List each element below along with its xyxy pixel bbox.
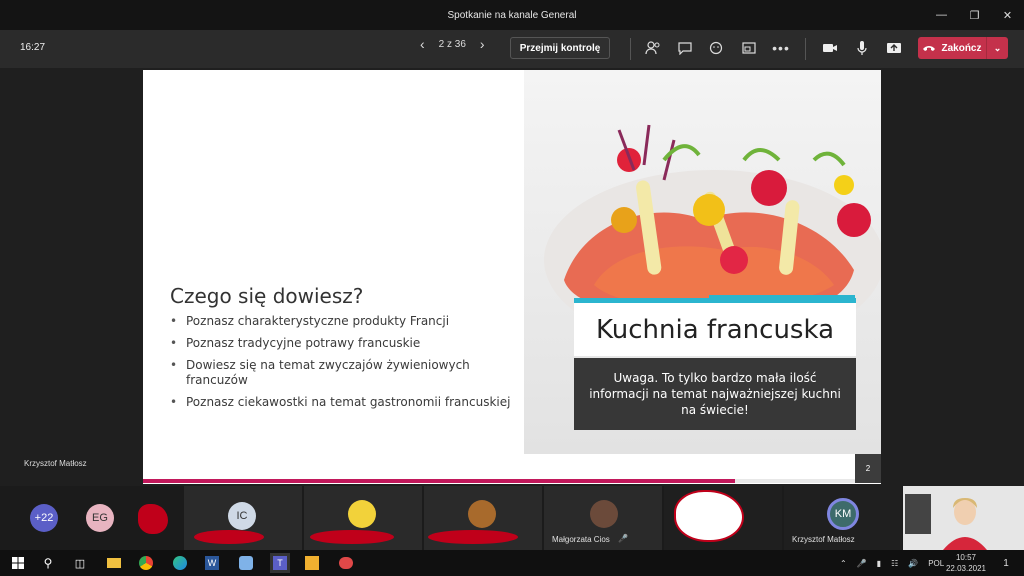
end-call-dropdown[interactable]: ⌄ [986,37,1008,59]
redacted-name [310,530,394,544]
more-participants-badge[interactable]: +22 [30,504,58,532]
share-screen-icon[interactable] [884,38,904,58]
slide-navigation: ‹ 2 z 36 › [420,36,485,52]
battery-icon[interactable]: ▮ [877,559,881,568]
participant-name: Małgorzata Cios [552,535,610,544]
self-video-preview [903,486,1024,550]
close-icon[interactable]: ✕ [991,0,1024,30]
meeting-timer: 16:27 [20,42,46,53]
avatar-photo [468,500,496,528]
bullet-item: Poznasz tradycyjne potrawy francuskie [170,336,515,351]
participant-tile[interactable] [304,486,422,550]
participants-icon[interactable] [643,38,663,58]
slide-text-panel: Czego się dowiesz? Poznasz charakterysty… [143,70,523,454]
participant-tile[interactable]: Małgorzata Cios 🎤 [544,486,662,550]
avatar-photo [348,500,376,528]
task-view-icon[interactable]: ◫ [70,553,90,573]
word-icon[interactable]: W [202,553,222,573]
microphone-icon[interactable] [852,38,872,58]
slide-heading: Czego się dowiesz? [170,284,364,308]
slide-page-number: 2 [855,454,881,483]
system-tray: ⌃ 🎤 ▮ ☷ 🔊 POL [840,550,944,576]
end-call-main[interactable]: Zakończ [918,43,986,54]
window-controls: — ❐ ✕ [925,0,1024,30]
app-icon[interactable] [336,553,356,573]
edge-icon[interactable] [170,553,190,573]
avatar-eg[interactable]: EG [86,504,114,532]
next-slide-icon[interactable]: › [480,36,485,52]
chrome-icon[interactable] [136,553,156,573]
breakout-rooms-icon[interactable] [739,38,759,58]
slide-footer: 2 [143,454,881,484]
reactions-icon[interactable] [707,38,727,58]
muted-mic-icon: 🎤 [618,534,628,543]
file-explorer-icon[interactable] [104,553,124,573]
self-video-frame [903,486,1024,550]
participant-tile[interactable] [424,486,542,550]
previous-slide-icon[interactable]: ‹ [420,36,425,52]
footer-accent-bar [143,479,735,483]
minimize-icon[interactable]: — [925,0,958,30]
camera-icon[interactable] [820,38,840,58]
chat-icon[interactable] [675,38,695,58]
footer-accent-bar-light [735,479,855,483]
redacted-name [194,530,264,544]
slide-note-box: Uwaga. To tylko bardzo mała ilość inform… [574,358,856,430]
avatar-km: KM [827,498,859,530]
slide-counter: 2 z 36 [438,38,466,50]
sticky-app-icon[interactable] [302,553,322,573]
toolbar-divider [630,38,631,60]
restore-icon[interactable]: ❐ [958,0,991,30]
presenter-name-label: Krzysztof Matłosz [24,459,87,468]
windows-start-icon[interactable] [8,553,28,573]
avatar-ic: IC [228,502,256,530]
redacted-cloud [674,490,744,542]
slide-bullet-list: Poznasz charakterystyczne produkty Franc… [170,314,515,417]
presentation-slide: Czego się dowiesz? Poznasz charakterysty… [143,70,881,454]
hangup-icon [923,46,936,51]
participant-tile[interactable] [664,486,782,550]
participant-tile[interactable]: KM Krzysztof Matłosz [784,486,902,550]
shared-content-stage: Czego się dowiesz? Poznasz charakterysty… [0,68,1024,486]
slide-title-box: Kuchnia francuska [574,298,856,356]
redacted-name [428,530,518,544]
chevron-down-icon: ⌄ [993,42,1002,53]
avatar-photo [590,500,618,528]
language-indicator[interactable]: POL [928,559,944,568]
end-call-label: Zakończ [941,42,982,54]
bullet-item: Poznasz charakterystyczne produkty Franc… [170,314,515,329]
network-icon[interactable]: ☷ [891,559,898,568]
paint-icon[interactable] [236,553,256,573]
end-call-button[interactable]: Zakończ ⌄ [918,37,1008,59]
windows-taskbar: ⚲ ◫ W T ⌃ 🎤 ▮ ☷ 🔊 POL 10:57 22.03.2021 1 [0,550,1024,576]
participant-name: Krzysztof Matłosz [792,535,855,544]
microphone-tray-icon[interactable]: 🎤 [857,559,867,568]
more-options-icon[interactable]: ••• [771,38,791,58]
volume-icon[interactable]: 🔊 [908,559,918,568]
participants-strip: +22 EG IC Małgorzata Cios 🎤 KM Krzysztof… [0,486,1024,550]
window-title-bar: Spotkanie na kanale General — ❐ ✕ [0,0,1024,30]
meeting-toolbar: 16:27 ‹ 2 z 36 › Przejmij kontrolę ••• Z… [0,30,1024,68]
toolbar-divider [805,38,806,60]
tray-time: 10:57 [955,553,977,562]
redacted-avatar [138,504,168,534]
window-title: Spotkanie na kanale General [447,9,577,21]
tray-clock[interactable]: 10:57 22.03.2021 [944,552,988,574]
take-control-button[interactable]: Przejmij kontrolę [510,37,610,59]
notifications-icon[interactable]: 1 [996,553,1016,573]
participant-tile[interactable]: IC [184,486,302,550]
show-hidden-icons[interactable]: ⌃ [840,559,847,568]
notification-count: 1 [1003,557,1009,569]
tray-date: 22.03.2021 [945,564,987,573]
bullet-item: Poznasz ciekawostki na temat gastronomii… [170,395,515,410]
bullet-item: Dowiesz się na temat zwyczajów żywieniow… [170,358,515,388]
search-icon[interactable]: ⚲ [38,553,58,573]
teams-icon[interactable]: T [270,553,290,573]
